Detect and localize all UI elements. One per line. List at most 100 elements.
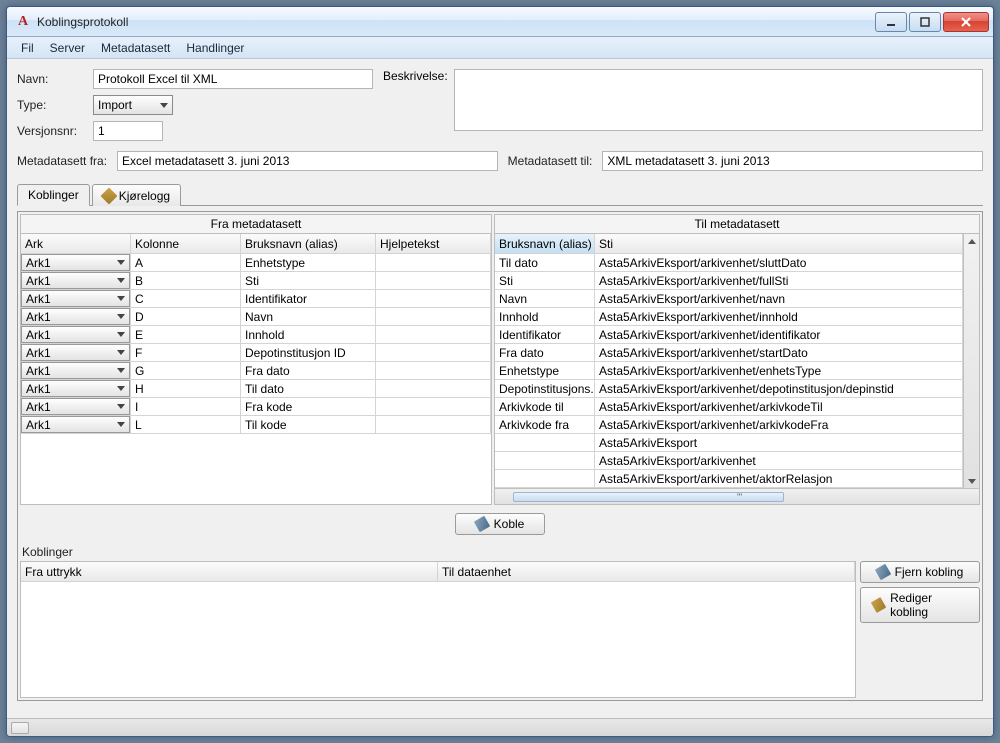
til-grid-body: Til datoAsta5ArkivEksport/arkivenhet/slu… [495,254,963,488]
navn-label: Navn: [17,72,87,86]
menu-metadatasett[interactable]: Metadatasett [93,39,178,57]
navn-input[interactable] [93,69,373,89]
koblinger-label: Koblinger [20,543,980,561]
ark-select[interactable]: Ark1 [21,326,130,343]
unlink-icon [874,564,890,580]
table-row[interactable]: EnhetstypeAsta5ArkivEksport/arkivenhet/e… [495,362,963,380]
ark-select[interactable]: Ark1 [21,254,130,271]
maximize-button[interactable] [909,12,941,32]
cell-til-bruksnavn: Fra dato [495,344,595,361]
koblinger-grid: Fra uttrykk Til dataenhet [20,561,856,698]
type-select[interactable]: Import [93,95,173,115]
fjern-kobling-button[interactable]: Fjern kobling [860,561,980,583]
ark-select[interactable]: Ark1 [21,308,130,325]
chevron-down-icon [117,350,125,355]
table-row[interactable]: Asta5ArkivEksport/arkivenhet [495,452,963,470]
table-row[interactable]: Arkivkode fraAsta5ArkivEksport/arkivenhe… [495,416,963,434]
cell-til-bruksnavn: Navn [495,290,595,307]
beskrivelse-textarea[interactable] [454,69,983,131]
col-bruksnavn[interactable]: Bruksnavn (alias) [241,234,376,253]
chevron-down-icon [117,404,125,409]
cell-til-sti: Asta5ArkivEksport/arkivenhet/fullSti [595,272,963,289]
table-row[interactable]: Ark1DNavn [21,308,491,326]
cell-til-bruksnavn: Arkivkode til [495,398,595,415]
table-row[interactable]: Ark1CIdentifikator [21,290,491,308]
cell-hjelpetekst [376,344,491,361]
cell-kolonne: D [131,308,241,325]
app-icon: A [15,14,31,30]
cell-kolonne: A [131,254,241,271]
table-row[interactable]: Arkivkode tilAsta5ArkivEksport/arkivenhe… [495,398,963,416]
cell-til-bruksnavn: Til dato [495,254,595,271]
rediger-kobling-label: Rediger kobling [890,591,967,619]
table-row[interactable]: InnholdAsta5ArkivEksport/arkivenhet/innh… [495,308,963,326]
scroll-up-icon[interactable] [965,234,979,248]
close-button[interactable] [943,12,989,32]
tab-strip: Koblinger Kjørelogg [17,183,983,206]
col-fra-uttrykk[interactable]: Fra uttrykk [21,562,438,581]
table-row[interactable]: Til datoAsta5ArkivEksport/arkivenhet/slu… [495,254,963,272]
cell-bruksnavn: Identifikator [241,290,376,307]
window-title: Koblingsprotokoll [37,15,873,29]
cell-til-sti: Asta5ArkivEksport/arkivenhet [595,452,963,469]
cell-hjelpetekst [376,362,491,379]
meta-til-input[interactable] [602,151,983,171]
table-row[interactable]: Ark1LTil kode [21,416,491,434]
scrollbar-thumb[interactable] [513,492,784,502]
koble-button[interactable]: Koble [455,513,545,535]
menu-server[interactable]: Server [42,39,93,57]
ark-select[interactable]: Ark1 [21,290,130,307]
cell-bruksnavn: Fra kode [241,398,376,415]
cell-kolonne: E [131,326,241,343]
table-row[interactable]: NavnAsta5ArkivEksport/arkivenhet/navn [495,290,963,308]
ark-select[interactable]: Ark1 [21,416,130,433]
cell-til-bruksnavn: Sti [495,272,595,289]
table-row[interactable]: Ark1GFra dato [21,362,491,380]
col-kolonne[interactable]: Kolonne [131,234,241,253]
tab-koblinger-label: Koblinger [28,188,79,202]
ark-select[interactable]: Ark1 [21,344,130,361]
menu-fil[interactable]: Fil [13,39,42,57]
cell-til-bruksnavn [495,434,595,451]
cell-til-bruksnavn: Arkivkode fra [495,416,595,433]
col-til-bruksnavn[interactable]: Bruksnavn (alias) [495,234,595,253]
tab-koblinger[interactable]: Koblinger [17,184,90,206]
chevron-down-icon [117,386,125,391]
ark-select[interactable]: Ark1 [21,362,130,379]
vertical-scrollbar[interactable] [963,234,979,488]
col-hjelpetekst[interactable]: Hjelpetekst [376,234,491,253]
horizontal-scrollbar[interactable]: ''' [495,488,979,504]
cell-kolonne: F [131,344,241,361]
menu-handlinger[interactable]: Handlinger [178,39,252,57]
table-row[interactable]: Ark1FDepotinstitusjon ID [21,344,491,362]
cell-hjelpetekst [376,272,491,289]
table-row[interactable]: StiAsta5ArkivEksport/arkivenhet/fullSti [495,272,963,290]
minimize-button[interactable] [875,12,907,32]
table-row[interactable]: Ark1HTil dato [21,380,491,398]
cell-til-sti: Asta5ArkivEksport/arkivenhet/depotinstit… [595,380,963,397]
metadatasett-row: Metadatasett fra: Metadatasett til: [17,151,983,171]
table-row[interactable]: Ark1AEnhetstype [21,254,491,272]
col-til-sti[interactable]: Sti [595,234,963,253]
col-til-dataenhet[interactable]: Til dataenhet [438,562,855,581]
table-row[interactable]: Ark1BSti [21,272,491,290]
table-row[interactable]: Asta5ArkivEksport [495,434,963,452]
cell-til-sti: Asta5ArkivEksport/arkivenhet/sluttDato [595,254,963,271]
table-row[interactable]: Ark1EInnhold [21,326,491,344]
ark-select[interactable]: Ark1 [21,380,130,397]
table-row[interactable]: Fra datoAsta5ArkivEksport/arkivenhet/sta… [495,344,963,362]
ark-select[interactable]: Ark1 [21,272,130,289]
ark-select[interactable]: Ark1 [21,398,130,415]
table-row[interactable]: Asta5ArkivEksport/arkivenhet/aktorRelasj… [495,470,963,488]
chevron-down-icon [117,260,125,265]
versjon-input[interactable] [93,121,163,141]
rediger-kobling-button[interactable]: Rediger kobling [860,587,980,623]
table-row[interactable]: IdentifikatorAsta5ArkivEksport/arkivenhe… [495,326,963,344]
col-ark[interactable]: Ark [21,234,131,253]
table-row[interactable]: Depotinstitusjons...Asta5ArkivEksport/ar… [495,380,963,398]
meta-fra-input[interactable] [117,151,498,171]
tab-kjorelogg[interactable]: Kjørelogg [92,184,181,206]
scroll-down-icon[interactable] [965,474,979,488]
form-top: Navn: Type: Import Versjonsnr: Beskrivel… [17,69,983,141]
table-row[interactable]: Ark1IFra kode [21,398,491,416]
